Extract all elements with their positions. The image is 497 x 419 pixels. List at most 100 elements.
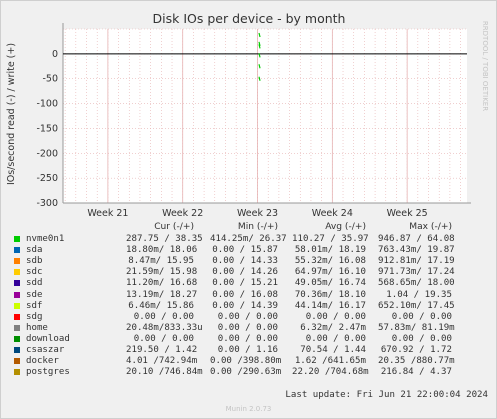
- legend-value-max: 946.87 / 64.08: [378, 234, 455, 244]
- legend-series-name: sdb: [26, 256, 43, 267]
- x-tick-label: Week 23: [237, 208, 278, 219]
- x-tick-label: Week 22: [162, 208, 203, 219]
- legend-value-cur: 18.80m/ 18.06: [126, 245, 198, 256]
- legend-series-name: postgres: [26, 367, 70, 378]
- legend-row: sdd 11.20m/ 16.68 0.00 / 15.21 49.05m/ 16.7…: [0, 278, 497, 289]
- legend-value-max: 57.83m/ 81.19m: [378, 322, 455, 333]
- legend-row: home 20.48m/833.33u 0.00 / 0.00 6.32m/ 2.47…: [0, 323, 497, 334]
- legend-swatch: [14, 324, 20, 331]
- legend-header-max: Max (-/+): [409, 222, 452, 232]
- legend-row: sdb 8.47m/ 15.95 0.00 / 14.33 55.32m/ 16.08…: [0, 256, 497, 267]
- legend-value-cur: 11.20m/ 16.68: [126, 278, 198, 289]
- legend-value-min: 0.00 / 0.00: [217, 311, 278, 322]
- legend-series-name: sda: [26, 245, 43, 256]
- legend-value-cur: 20.10 /746.84m: [126, 367, 203, 378]
- legend-row: csaszar 219.50 / 1.42 0.00 / 1.16 70.54 / 1…: [0, 345, 497, 356]
- y-axis-label: IOs/second read (-) / write (+): [6, 43, 17, 185]
- legend-value-avg: 22.20 /704.68m: [292, 367, 369, 378]
- legend-swatch: [14, 269, 20, 276]
- legend-header-avg: Avg (-/+): [325, 222, 366, 232]
- legend-value-min: 0.00 / 14.39: [212, 300, 278, 311]
- legend-value-avg: 110.27 / 35.97: [292, 234, 369, 244]
- legend-swatch: [14, 358, 20, 365]
- x-tick-label: Week 21: [87, 208, 128, 219]
- y-tick-label: 0: [52, 49, 58, 60]
- legend-series-name: csaszar: [26, 345, 65, 355]
- legend-value-cur: 4.01 /742.94m: [126, 356, 198, 367]
- legend-series-name: sdg: [26, 311, 43, 322]
- legend-series-name: home: [26, 322, 48, 333]
- legend-value-min: 0.00 / 15.87: [212, 245, 278, 256]
- legend-value-max: 0.00 / 0.00: [391, 333, 452, 344]
- legend-value-avg: 1.62 /641.65m: [294, 356, 366, 367]
- legend-row: sdf 6.46m/ 15.86 0.00 / 14.39 44.14m/ 16.17…: [0, 301, 497, 312]
- legend-swatch: [14, 347, 20, 353]
- legend-value-avg: 55.32m/ 16.08: [294, 256, 366, 267]
- legend-value-max: 1.04 / 19.35: [386, 289, 452, 300]
- legend-row: sde 13.19m/ 18.27 0.00 / 16.08 70.36m/ 18.1…: [0, 290, 497, 301]
- plot-area: 0 -50 -100 -150 -200 -250 -300 Week 21 Week 22 We…: [36, 23, 471, 219]
- legend-value-min: 0.00 / 16.08: [212, 289, 278, 300]
- y-tick-label: -50: [42, 74, 58, 85]
- legend-value-min: 414.25m/ 26.37: [210, 234, 287, 244]
- munin-version: Munin 2.0.73: [225, 405, 272, 413]
- legend-row: postgres 20.10 /746.84m 0.00 /290.63m 22.20…: [0, 367, 497, 378]
- legend-value-avg: 44.14m/ 16.17: [294, 300, 366, 311]
- legend-swatch: [14, 247, 20, 254]
- legend-value-max: 971.73m/ 17.24: [378, 267, 455, 278]
- legend-series-name: download: [26, 333, 70, 344]
- legend-series-name: nvme0n1: [26, 234, 65, 244]
- y-tick-label: -300: [36, 198, 58, 209]
- legend-value-cur: 8.47m/ 15.95: [128, 256, 194, 267]
- legend-value-cur: 0.00 / 0.00: [133, 311, 194, 322]
- legend-value-avg: 0.00 / 0.00: [305, 311, 366, 322]
- legend-swatch: [14, 313, 20, 320]
- legend-swatch: [14, 258, 20, 265]
- legend-value-cur: 6.46m/ 15.86: [128, 300, 194, 311]
- legend-value-max: 568.65m/ 18.00: [378, 278, 455, 289]
- legend-value-avg: 0.00 / 0.00: [305, 333, 366, 344]
- legend-value-avg: 70.54 / 1.44: [300, 345, 366, 355]
- legend-value-max: 652.10m/ 17.45: [378, 300, 455, 311]
- y-tick-label: -250: [36, 173, 58, 184]
- legend-value-cur: 219.50 / 1.42: [126, 345, 198, 355]
- legend-value-max: 670.92 / 1.72: [380, 345, 452, 355]
- legend-swatch: [14, 335, 20, 342]
- legend-swatch: [14, 291, 20, 298]
- legend-series-name: sdf: [26, 300, 43, 311]
- legend-value-max: 216.84 / 4.37: [380, 367, 452, 378]
- legend-header-cur: Cur (-/+): [154, 222, 194, 232]
- legend-value-cur: 20.48m/833.33u: [126, 322, 203, 333]
- legend-value-min: 0.00 / 1.16: [217, 345, 278, 355]
- legend-value-min: 0.00 / 0.00: [217, 333, 278, 344]
- legend-value-max: 912.81m/ 17.19: [378, 256, 455, 267]
- legend-header-min: Min (-/+): [237, 222, 278, 232]
- legend-series-name: sdd: [26, 278, 43, 289]
- legend-value-avg: 49.05m/ 16.74: [294, 278, 366, 289]
- legend-value-cur: 13.19m/ 18.27: [126, 289, 198, 300]
- rrdtool-credit: RRDTOOL / TOBI OETIKER: [481, 21, 489, 111]
- legend-value-cur: 287.75 / 38.35: [126, 234, 203, 244]
- legend-swatch: [14, 280, 20, 287]
- legend-swatch: [14, 369, 20, 376]
- y-tick-label: -100: [36, 99, 58, 110]
- legend-value-avg: 58.01m/ 18.19: [294, 245, 366, 256]
- last-update: Last update: Fri Jun 21 22:00:04 2024: [285, 390, 488, 400]
- legend-row: sdg 0.00 / 0.00 0.00 / 0.00 0.00 / 0.00 0.00…: [0, 312, 497, 323]
- legend-series-name: docker: [26, 356, 59, 367]
- y-tick-label: -200: [36, 148, 58, 159]
- legend-series-name: sdc: [26, 267, 43, 278]
- legend-row: sda 18.80m/ 18.06 0.00 / 15.87 58.01m/ 18.1…: [0, 245, 497, 256]
- legend-value-max: 0.00 / 0.00: [391, 311, 452, 322]
- x-tick-label: Week 25: [387, 208, 428, 219]
- legend-row: docker 4.01 /742.94m 0.00 /398.80m 1.62 /64…: [0, 356, 497, 367]
- legend-value-avg: 6.32m/ 2.47m: [300, 322, 366, 333]
- y-tick-label: -150: [36, 123, 58, 134]
- legend-row: sdc 21.59m/ 15.98 0.00 / 14.26 64.97m/ 16.1…: [0, 267, 497, 278]
- legend-swatch: [14, 236, 20, 242]
- x-tick-label: Week 24: [312, 208, 353, 219]
- plot-background: [63, 29, 467, 203]
- legend-value-avg: 64.97m/ 16.10: [294, 267, 366, 278]
- chart-title: Disk IOs per device - by month: [153, 11, 346, 26]
- legend-value-min: 0.00 / 14.26: [212, 267, 278, 278]
